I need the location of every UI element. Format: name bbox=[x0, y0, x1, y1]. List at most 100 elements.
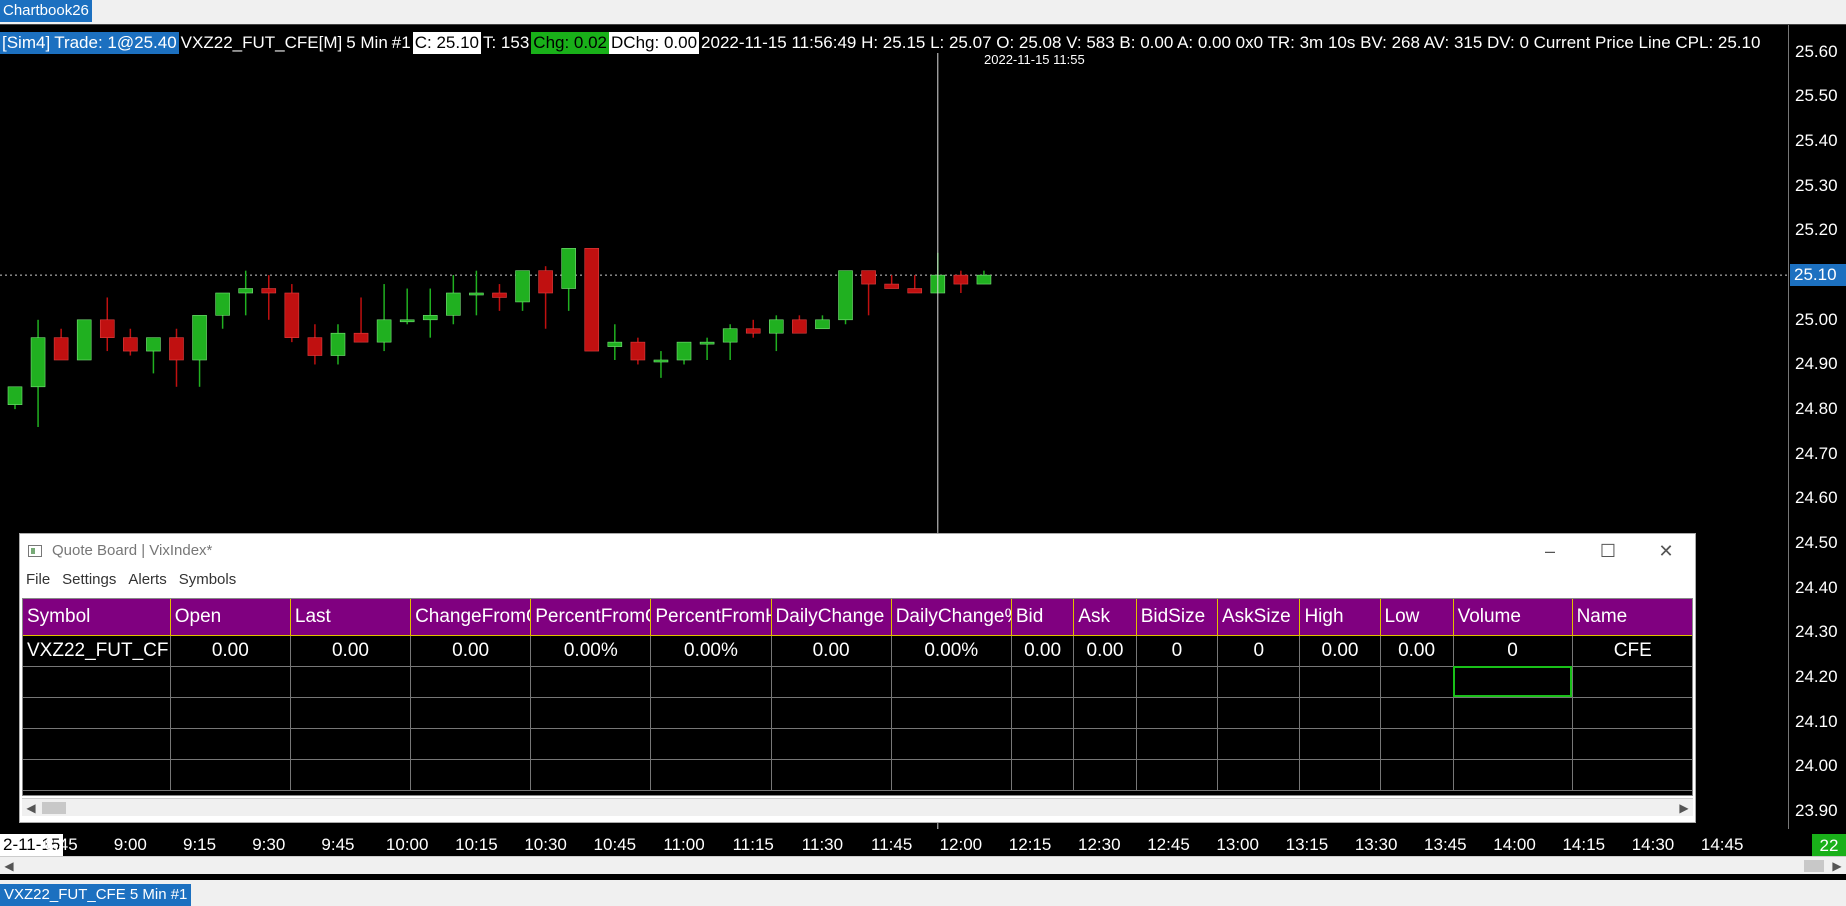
column-header[interactable]: PercentFromOpen bbox=[530, 599, 652, 636]
table-cell[interactable] bbox=[771, 697, 892, 729]
empty-table-row[interactable] bbox=[23, 728, 1692, 760]
table-cell[interactable] bbox=[290, 759, 412, 791]
column-header[interactable]: AskSize bbox=[1217, 599, 1301, 636]
table-cell[interactable] bbox=[891, 697, 1012, 729]
table-cell[interactable] bbox=[1299, 728, 1381, 760]
menu-symbols[interactable]: Symbols bbox=[179, 568, 237, 592]
table-cell[interactable] bbox=[410, 728, 532, 760]
table-cell[interactable] bbox=[1380, 697, 1454, 729]
chart-scroll-right-icon[interactable]: ▶ bbox=[1828, 857, 1846, 875]
quote-board-titlebar[interactable]: Quote Board | VixIndex* – ☐ ✕ bbox=[20, 534, 1695, 568]
quote-board-window[interactable]: Quote Board | VixIndex* – ☐ ✕ File Settin… bbox=[19, 533, 1696, 823]
table-cell[interactable] bbox=[410, 759, 532, 791]
table-cell[interactable] bbox=[1572, 728, 1692, 760]
table-cell[interactable]: VXZ22_FUT_CFE bbox=[23, 635, 171, 667]
table-cell[interactable]: 0.00 bbox=[410, 635, 532, 667]
table-cell[interactable] bbox=[170, 728, 291, 760]
column-header[interactable]: Bid bbox=[1011, 599, 1075, 636]
empty-table-row[interactable] bbox=[23, 666, 1692, 698]
table-cell[interactable] bbox=[1073, 666, 1137, 698]
table-cell[interactable] bbox=[1073, 697, 1137, 729]
table-cell[interactable] bbox=[1073, 759, 1137, 791]
table-cell[interactable] bbox=[1572, 759, 1692, 791]
table-cell[interactable] bbox=[771, 666, 892, 698]
table-cell[interactable] bbox=[1572, 666, 1692, 698]
table-cell[interactable] bbox=[530, 697, 652, 729]
table-cell[interactable]: 0.00 bbox=[290, 635, 412, 667]
table-cell[interactable] bbox=[650, 666, 772, 698]
table-cell[interactable] bbox=[1380, 759, 1454, 791]
table-cell[interactable] bbox=[1453, 697, 1573, 729]
scroll-left-icon[interactable]: ◀ bbox=[22, 799, 40, 817]
table-cell[interactable]: 0.00 bbox=[1380, 635, 1454, 667]
table-cell[interactable] bbox=[891, 666, 1012, 698]
table-cell[interactable] bbox=[1136, 697, 1219, 729]
sim-account[interactable]: [Sim4] bbox=[0, 32, 53, 54]
menu-file[interactable]: File bbox=[26, 568, 50, 592]
column-header[interactable]: DailyChange bbox=[771, 599, 892, 636]
table-cell[interactable] bbox=[23, 697, 171, 729]
table-cell[interactable] bbox=[1453, 759, 1573, 791]
table-cell[interactable] bbox=[170, 759, 291, 791]
table-cell[interactable] bbox=[410, 666, 532, 698]
table-cell[interactable] bbox=[1011, 728, 1075, 760]
table-cell[interactable] bbox=[530, 759, 652, 791]
table-cell[interactable] bbox=[650, 728, 772, 760]
scroll-indicator[interactable]: 22 bbox=[1812, 834, 1846, 858]
quote-board-hscrollbar[interactable]: ◀ ▶ bbox=[22, 798, 1693, 816]
table-cell[interactable] bbox=[530, 666, 652, 698]
table-cell[interactable] bbox=[650, 759, 772, 791]
table-cell[interactable] bbox=[1011, 666, 1075, 698]
table-cell[interactable]: 0.00 bbox=[1011, 635, 1075, 667]
chart-tab[interactable]: VXZ22_FUT_CFE 5 Min #1 bbox=[0, 884, 192, 906]
empty-table-row[interactable] bbox=[23, 697, 1692, 729]
chart-hscrollbar[interactable]: ◀ ▶ bbox=[0, 856, 1846, 874]
table-cell[interactable] bbox=[891, 759, 1012, 791]
column-header[interactable]: ChangeFromOpen bbox=[410, 599, 532, 636]
quote-grid[interactable]: SymbolOpenLastChangeFromOpenPercentFromO… bbox=[22, 598, 1693, 796]
table-row[interactable]: VXZ22_FUT_CFE 0.00 0.00 0.00 0.00% 0.00% 0.00 0… bbox=[23, 635, 1692, 667]
empty-table-row[interactable] bbox=[23, 759, 1692, 791]
column-header[interactable]: Last bbox=[290, 599, 412, 636]
table-cell[interactable] bbox=[1136, 759, 1219, 791]
table-cell[interactable]: 0.00 bbox=[1299, 635, 1381, 667]
table-cell[interactable]: 0.00 bbox=[1073, 635, 1137, 667]
table-cell[interactable]: 0.00% bbox=[650, 635, 772, 667]
table-cell[interactable] bbox=[1217, 666, 1301, 698]
table-cell[interactable] bbox=[771, 728, 892, 760]
table-cell[interactable] bbox=[170, 697, 291, 729]
table-cell[interactable] bbox=[1136, 728, 1219, 760]
table-cell[interactable]: 0.00 bbox=[771, 635, 892, 667]
chart-interval[interactable]: 5 Min bbox=[344, 32, 390, 54]
menu-settings[interactable]: Settings bbox=[62, 568, 116, 592]
table-cell[interactable] bbox=[1217, 759, 1301, 791]
chart-scroll-thumb[interactable] bbox=[1804, 860, 1824, 872]
chart-scroll-left-icon[interactable]: ◀ bbox=[0, 857, 18, 875]
table-cell[interactable] bbox=[1136, 666, 1219, 698]
table-cell[interactable] bbox=[1380, 728, 1454, 760]
column-header[interactable]: Open bbox=[170, 599, 291, 636]
table-cell[interactable] bbox=[1572, 697, 1692, 729]
table-cell[interactable] bbox=[1073, 728, 1137, 760]
table-cell[interactable] bbox=[1217, 728, 1301, 760]
table-cell[interactable]: 0.00% bbox=[530, 635, 652, 667]
table-cell[interactable] bbox=[1299, 759, 1381, 791]
table-cell[interactable] bbox=[170, 666, 291, 698]
column-header[interactable]: DailyChange% bbox=[891, 599, 1012, 636]
table-cell[interactable] bbox=[1453, 728, 1573, 760]
table-cell[interactable]: 0 bbox=[1136, 635, 1219, 667]
table-cell[interactable] bbox=[1217, 697, 1301, 729]
table-cell[interactable] bbox=[530, 728, 652, 760]
column-header[interactable]: Low bbox=[1380, 599, 1454, 636]
table-cell[interactable] bbox=[290, 697, 412, 729]
column-header[interactable]: BidSize bbox=[1136, 599, 1219, 636]
table-cell[interactable] bbox=[410, 697, 532, 729]
table-cell[interactable] bbox=[23, 759, 171, 791]
minimize-button[interactable]: – bbox=[1521, 534, 1579, 568]
chart-symbol[interactable]: VXZ22_FUT_CFE[M] bbox=[179, 32, 345, 54]
table-cell[interactable] bbox=[891, 728, 1012, 760]
close-button[interactable]: ✕ bbox=[1637, 534, 1695, 568]
chart-window[interactable]: [Sim4] Trade: 1@25.40 VXZ22_FUT_CFE[M] 5… bbox=[0, 24, 1846, 880]
table-cell[interactable]: CFE bbox=[1572, 635, 1692, 667]
table-cell[interactable]: 0 bbox=[1217, 635, 1301, 667]
